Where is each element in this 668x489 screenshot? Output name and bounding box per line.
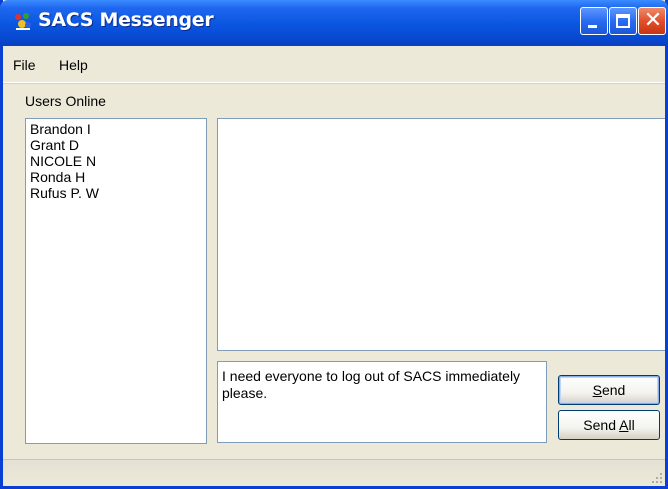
status-bar [3, 459, 665, 486]
chat-history[interactable] [217, 118, 665, 351]
user-list-item[interactable]: Brandon I [30, 121, 202, 137]
menu-file[interactable]: File [7, 55, 42, 75]
menu-bar: File Help [3, 46, 665, 83]
close-button[interactable]: ✕ [638, 7, 666, 35]
title-bar[interactable]: SACS Messenger ✕ [0, 0, 668, 46]
send-all-label-rest: ll [628, 417, 635, 433]
send-accel: S [592, 382, 602, 398]
menu-help[interactable]: Help [53, 55, 94, 75]
send-button[interactable]: Send [558, 375, 660, 405]
maximize-icon [616, 14, 630, 28]
maximize-button[interactable] [609, 7, 637, 35]
users-online-list[interactable]: Brandon I Grant D NICOLE N Ronda H Rufus… [25, 118, 207, 444]
user-list-item[interactable]: Ronda H [30, 169, 202, 185]
message-input[interactable]: I need everyone to log out of SACS immed… [217, 361, 547, 443]
user-list-item[interactable]: Rufus P. W [30, 185, 202, 201]
minimize-icon [588, 25, 597, 28]
user-list-item[interactable]: NICOLE N [30, 153, 202, 169]
user-list-item[interactable]: Grant D [30, 137, 202, 153]
users-online-label: Users Online [25, 93, 106, 109]
send-label-rest: end [601, 382, 626, 398]
send-all-button[interactable]: Send All [558, 410, 660, 440]
minimize-button[interactable] [580, 7, 608, 35]
window-title: SACS Messenger [38, 9, 214, 31]
messenger-window: SACS Messenger ✕ File Help Users Online … [0, 0, 668, 489]
app-icon [15, 13, 31, 30]
send-all-label-prefix: Send [583, 417, 620, 433]
resize-grip-icon[interactable] [651, 472, 663, 484]
close-icon: ✕ [643, 8, 663, 33]
